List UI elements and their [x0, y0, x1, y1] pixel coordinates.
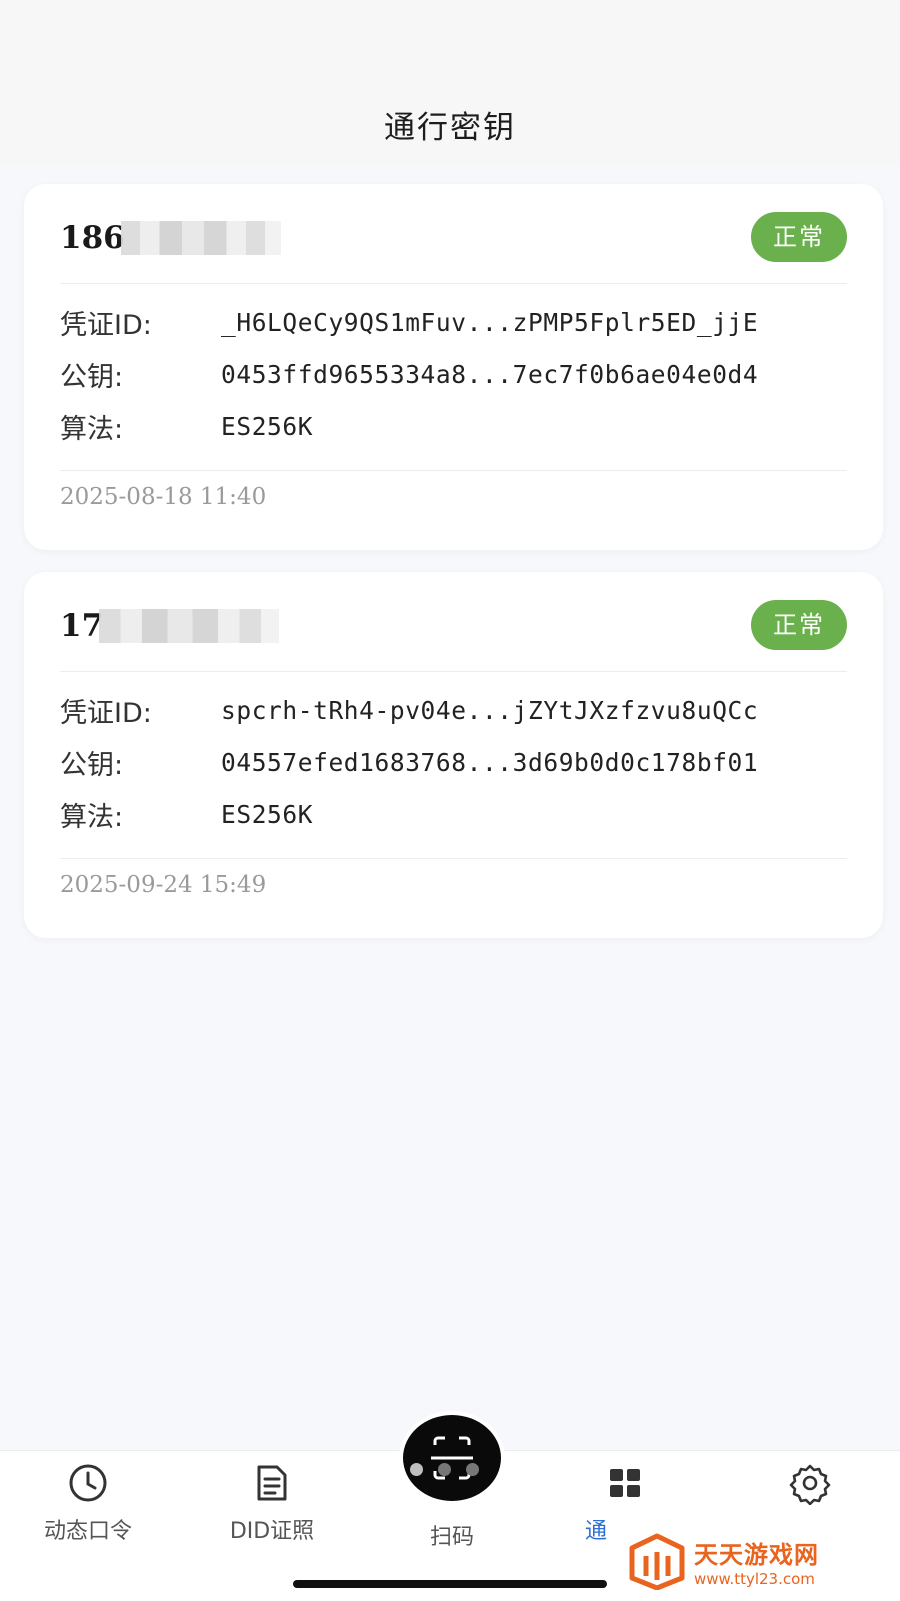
divider: [60, 858, 847, 859]
redacted-mosaic: [99, 609, 280, 643]
credential-id-value: _H6LQeCy9QS1mFuv...zPMP5Fplr5ED_jjE: [221, 307, 759, 337]
scan-icon: [431, 1436, 473, 1480]
credential-id-row: 凭证ID: _H6LQeCy9QS1mFuv...zPMP5Fplr5ED_jj…: [60, 302, 853, 342]
dot: [410, 1463, 423, 1476]
gear-icon: [789, 1464, 831, 1505]
tab-label: 扫码: [429, 1525, 474, 1550]
public-key-row: 公钥: 0453ffd9655334a8...7ec7f0b6ae04e0d4: [60, 354, 853, 394]
created-date: 2025-09-24 15:49: [60, 872, 267, 898]
dot: [438, 1463, 451, 1476]
redacted-mosaic: [120, 221, 281, 255]
status-badge: 正常: [751, 600, 847, 650]
public-key-value: 0453ffd9655334a8...7ec7f0b6ae04e0d4: [221, 359, 759, 389]
header-bar: 通行密钥: [0, 0, 900, 165]
phone-number-prefix: 17: [60, 608, 104, 644]
page-dots: [410, 1463, 490, 1477]
credential-id-row: 凭证ID: spcrh-tRh4-pv04e...jZYtJXzfzvu8uQC…: [60, 690, 853, 730]
divider: [60, 470, 847, 471]
phone-number-prefix: 186: [60, 220, 125, 256]
watermark-title: 天天游戏网: [694, 1540, 819, 1569]
public-key-row: 公钥: 04557efed1683768...3d69b0d0c178bf01: [60, 742, 853, 782]
credential-id-label: 凭证ID:: [60, 697, 152, 729]
divider: [60, 283, 847, 284]
algorithm-row: 算法: ES256K: [60, 794, 853, 834]
public-key-label: 公钥:: [60, 361, 124, 393]
credential-id-label: 凭证ID:: [60, 309, 152, 341]
passkey-card[interactable]: 17 正常 凭证ID: spcrh-tRh4-pv04e...jZYtJXzfz…: [24, 572, 883, 938]
public-key-value: 04557efed1683768...3d69b0d0c178bf01: [221, 747, 759, 777]
algorithm-value: ES256K: [221, 411, 314, 441]
tab-label: DID证照: [229, 1519, 315, 1544]
site-watermark: 天天游戏网 www.ttyl23.com: [628, 1528, 858, 1594]
passkey-card[interactable]: 186 正常 凭证ID: _H6LQeCy9QS1mFuv...zPMP5Fpl…: [24, 184, 883, 550]
page-title: 通行密钥: [384, 110, 516, 146]
tab-label: 动态口令: [43, 1519, 132, 1544]
watermark-url: www.ttyl23.com: [694, 1569, 815, 1588]
algorithm-label: 算法:: [60, 801, 124, 833]
public-key-label: 公钥:: [60, 749, 124, 781]
clock-icon: [69, 1464, 107, 1502]
credential-id-value: spcrh-tRh4-pv04e...jZYtJXzfzvu8uQCc: [221, 695, 759, 725]
divider: [60, 671, 847, 672]
dot: [466, 1463, 479, 1476]
algorithm-value: ES256K: [221, 799, 314, 829]
watermark-logo-icon: [629, 1533, 685, 1590]
status-badge: 正常: [751, 212, 847, 262]
grid-icon: [610, 1469, 640, 1497]
phone-number: 17: [60, 606, 280, 646]
phone-number: 186: [60, 218, 281, 258]
created-date: 2025-08-18 11:40: [60, 484, 267, 510]
document-icon: [257, 1465, 287, 1501]
algorithm-label: 算法:: [60, 413, 124, 445]
home-indicator: [293, 1580, 607, 1588]
scan-button[interactable]: [403, 1415, 501, 1501]
algorithm-row: 算法: ES256K: [60, 406, 853, 446]
